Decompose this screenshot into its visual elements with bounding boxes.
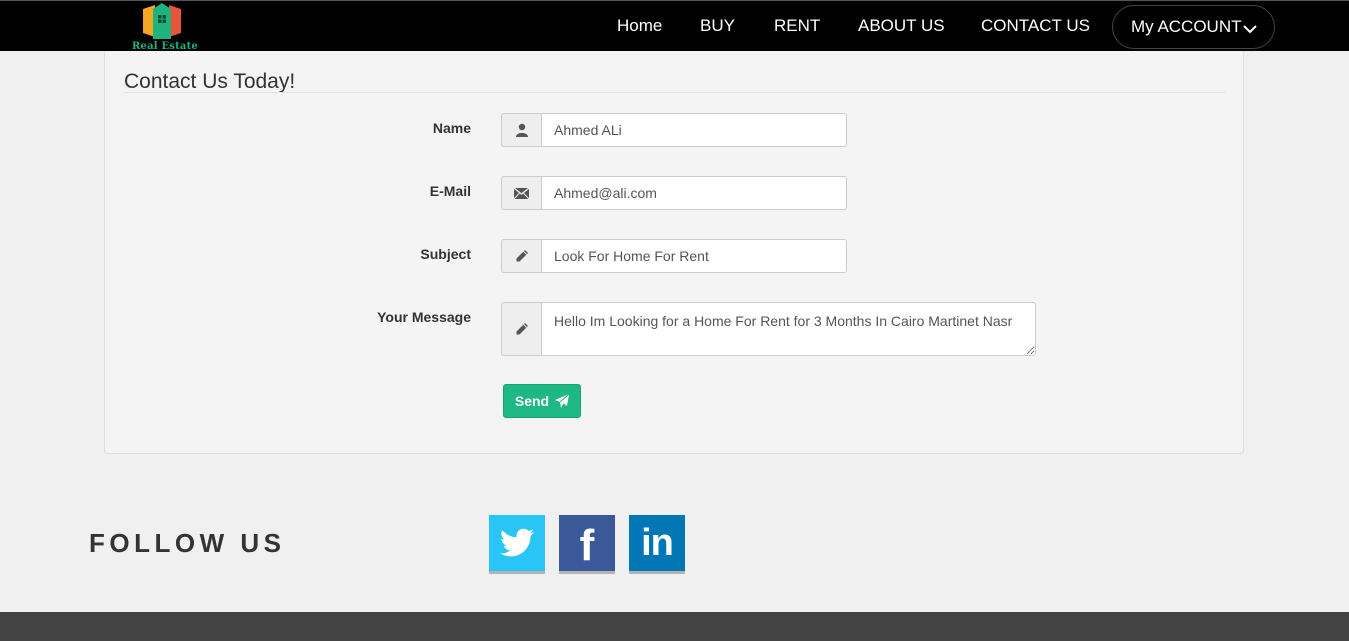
nav-about-us[interactable]: ABOUT US [858,16,945,36]
name-label: Name [432,120,471,136]
brand-logo[interactable]: Real Estate [129,3,201,52]
house-logo-icon [143,3,181,39]
send-icon [555,394,570,408]
email-input-group [501,176,847,210]
subject-input[interactable] [541,239,847,273]
subject-input-group [501,239,847,273]
linkedin-icon[interactable]: in [629,515,685,571]
top-navbar: Real Estate Home BUY RENT ABOUT US CONTA… [0,0,1349,52]
envelope-icon [501,176,541,210]
pencil-icon [501,302,541,356]
facebook-glyph: f [579,521,595,570]
email-input[interactable] [541,176,847,210]
message-textarea[interactable]: Hello Im Looking for a Home For Rent for… [541,302,1036,356]
email-label: E-Mail [429,183,471,199]
linkedin-glyph: in [641,521,674,564]
nav-buy[interactable]: BUY [700,16,735,36]
page-footer [0,612,1349,641]
chevron-down-icon [1243,25,1257,34]
facebook-icon[interactable]: f [559,515,615,571]
contact-form-panel: Contact Us Today! Name E-Mail Subject Yo… [104,51,1244,454]
nav-contact-us[interactable]: CONTACT US [981,16,1090,36]
message-input-group: Hello Im Looking for a Home For Rent for… [501,302,1036,356]
send-button[interactable]: Send [503,384,581,418]
form-title: Contact Us Today! [124,70,296,93]
pencil-icon [501,239,541,273]
follow-us-heading: FOLLOW US [89,528,286,558]
name-input-group [501,113,847,147]
message-label: Your Message [377,309,471,325]
nav-home[interactable]: Home [617,16,662,36]
my-account-label: My ACCOUNT [1131,17,1242,36]
name-input[interactable] [541,113,847,147]
user-icon [501,113,541,147]
title-divider [124,92,1225,93]
subject-label: Subject [420,246,471,262]
send-label: Send [514,393,550,409]
twitter-icon[interactable] [489,515,545,571]
nav-rent[interactable]: RENT [774,16,820,36]
my-account-dropdown[interactable]: My ACCOUNT [1112,5,1275,49]
